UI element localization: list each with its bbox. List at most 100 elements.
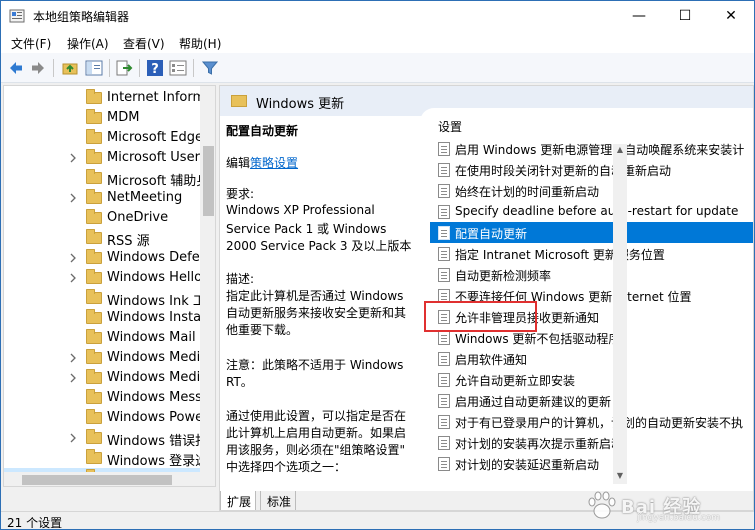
back-arrow-icon[interactable] [7,59,25,77]
policy-setting-label: Specify deadline before auto-restart for… [455,204,739,218]
tree-item[interactable]: Windows 登录选 [4,448,208,469]
tree-item[interactable]: Windows Messe [4,388,210,408]
tree-item[interactable]: Windows Power [4,408,208,428]
scroll-up-arrow-icon[interactable]: ▲ [616,146,624,154]
tree-hscroll-thumb[interactable] [22,475,172,485]
description-line: RT。 [226,375,253,389]
maximize-button[interactable]: ☐ [662,1,708,31]
tree-item[interactable]: Windows Mail [4,328,200,348]
policy-setting-row[interactable]: 对计划的安装延迟重新启动 [430,453,753,474]
policy-setting-icon [438,436,450,450]
policy-setting-row[interactable]: 对计划的安装再次提示重新启动 [430,432,753,453]
toolbar: ? [1,53,754,83]
up-folder-icon[interactable] [61,59,79,77]
chevron-right-icon[interactable] [68,192,78,204]
policy-setting-row[interactable]: 允许自动更新立即安装 [430,369,753,390]
policy-setting-row[interactable]: 启用软件通知 [430,348,753,369]
tree-item-label: Windows Media [107,370,209,385]
filter-icon[interactable] [201,59,219,77]
edit-policy-link[interactable]: 策略设置 [250,156,298,170]
policy-setting-row[interactable]: 对于有已登录用户的计算机，计划的自动更新安装不执 [430,411,753,432]
policy-setting-label: 配置自动更新 [455,227,528,241]
tree-item[interactable]: Microsoft Edge [4,128,203,148]
tree-item-label: Internet Informa [107,90,214,105]
properties-icon[interactable] [169,59,187,77]
scroll-down-arrow-icon[interactable]: ▼ [616,472,624,480]
description-line: 他重要下载。 [226,323,299,337]
tree-item[interactable]: Windows 错误报 [4,428,208,449]
gpedit-app-icon [9,9,25,23]
menu-help[interactable]: 帮助(H) [179,35,221,52]
tree-item-label: Windows Mail [107,330,196,345]
policy-setting-row[interactable]: 在使用时段关闭针对更新的自动重新启动 [430,159,753,180]
menu-bar: 文件(F) 操作(A) 查看(V) 帮助(H) [1,31,754,53]
policy-setting-label: 自动更新检测频率 [455,269,552,283]
highlight-box [424,301,537,332]
column-header-setting[interactable]: 设置 [438,118,462,135]
policy-setting-row[interactable]: 配置自动更新 [430,222,753,243]
folder-icon [86,249,102,264]
export-list-icon[interactable] [115,59,133,77]
tree-item-label: Windows Defen [107,250,208,265]
policy-setting-row[interactable]: 始终在计划的时间重新启动 [430,180,753,201]
folder-icon [86,289,102,304]
tree-item[interactable]: Internet Informa [4,88,213,108]
tree-item[interactable]: Microsoft User [4,148,200,168]
show-hide-tree-icon[interactable] [85,59,103,77]
tree-item[interactable]: OneDrive [4,208,200,228]
tree-item[interactable]: RSS 源 [4,228,200,249]
tree-vertical-scrollbar[interactable] [200,86,215,472]
forward-arrow-icon[interactable] [29,59,47,77]
title-bar: 本地组策略编辑器 — ☐ ✕ [1,1,754,31]
help-icon[interactable]: ? [146,59,164,77]
tab-standard[interactable]: 标准 [260,491,297,510]
policy-setting-row[interactable]: 自动更新检测频率 [430,264,753,285]
tree-item[interactable]: Windows Defen [4,248,208,268]
chevron-right-icon[interactable] [68,372,78,384]
tree-item-label: Microsoft 辅助身 [107,174,210,189]
status-text: 21 个设置 [7,516,63,530]
policy-setting-row[interactable]: 启用 Windows 更新电源管理以自动唤醒系统来安装计 [430,138,753,159]
tree-horizontal-scrollbar[interactable] [4,472,215,486]
tree-item[interactable]: Microsoft 辅助身 [4,168,209,189]
minimize-button[interactable]: — [616,1,662,31]
policy-setting-row[interactable]: 启用通过自动更新建议的更新 [430,390,753,411]
edit-prefix: 编辑 [226,156,251,170]
baidu-jingyan-watermark: Bai 经验 jingyan.baidu.com [581,489,751,525]
chevron-right-icon[interactable] [68,252,78,264]
description-line: 中选择四个选项之一： [226,460,347,474]
policy-setting-row[interactable]: Specify deadline before auto-restart for… [430,201,753,222]
policy-setting-label: 在使用时段关闭针对更新的自动重新启动 [455,164,672,178]
tree-item[interactable]: Windows Ink 工 [4,288,206,309]
chevron-right-icon[interactable] [68,152,78,164]
tree-item[interactable]: Windows Hello [4,268,202,288]
tree-item[interactable]: NetMeeting [4,188,200,208]
description-line: 此计算机上启用自动更新。如果启 [226,426,407,440]
policy-tree[interactable]: Windows 更新Windows 登录选Windows 错误报Windows … [3,85,216,487]
tree-item[interactable]: Windows Media [4,368,208,388]
policy-setting-icon [438,394,450,408]
list-vertical-scrollbar[interactable]: ▲ ▼ [613,144,627,484]
toolbar-separator [53,59,54,77]
menu-view[interactable]: 查看(V) [123,35,165,52]
menu-file[interactable]: 文件(F) [11,35,51,52]
policy-setting-label: 启用软件通知 [455,353,528,367]
tree-item[interactable]: MDM [4,108,200,128]
toolbar-separator [109,59,110,77]
tree-item[interactable]: Windows Install [4,308,208,328]
policy-setting-row[interactable]: 指定 Intranet Microsoft 更新服务位置 [430,243,753,264]
tree-scroll-thumb[interactable] [203,146,214,216]
tab-extended[interactable]: 扩展 [220,491,257,510]
folder-icon [86,309,102,324]
menu-action[interactable]: 操作(A) [67,35,109,52]
description-line: Windows XP Professional [226,203,375,217]
policy-setting-label: Windows 更新不包括驱动程序 [455,332,621,346]
chevron-right-icon[interactable] [68,272,78,284]
description-line: 注意：此策略不适用于 Windows [226,358,404,372]
folder-icon [86,149,102,164]
chevron-right-icon[interactable] [68,352,78,364]
tree-item[interactable]: Windows Media [4,348,208,368]
close-button[interactable]: ✕ [708,1,754,31]
chevron-right-icon[interactable] [68,432,78,444]
toolbar-separator [193,59,194,77]
